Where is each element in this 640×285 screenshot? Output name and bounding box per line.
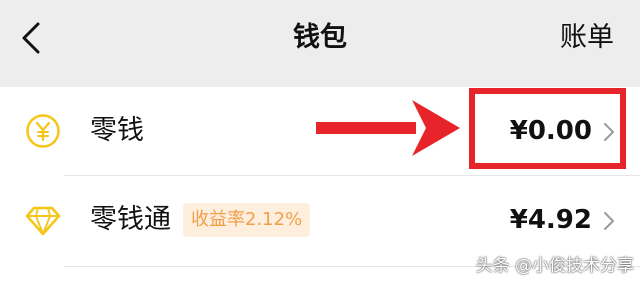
lingqiantong-amount: ¥4.92: [509, 205, 592, 235]
list-item-label: 零钱: [90, 115, 144, 146]
red-arrow-annotation: [316, 100, 460, 156]
top-bar: 钱包 账单: [0, 0, 640, 87]
watermark: 头条 @小俊技术分享: [475, 256, 634, 276]
list-item-label: 零钱通: [90, 204, 171, 235]
page-title: 钱包: [293, 22, 347, 53]
chevron-right-icon: [604, 212, 614, 230]
highlight-box: [469, 88, 626, 169]
bill-button[interactable]: 账单: [560, 18, 614, 58]
diamond-icon: [25, 206, 61, 236]
list-item-lingqiantong[interactable]: 零钱通 收益率2.12% ¥4.92: [0, 176, 640, 264]
yield-rate-badge: 收益率2.12%: [183, 203, 311, 237]
yuan-coin-icon: [26, 114, 60, 148]
